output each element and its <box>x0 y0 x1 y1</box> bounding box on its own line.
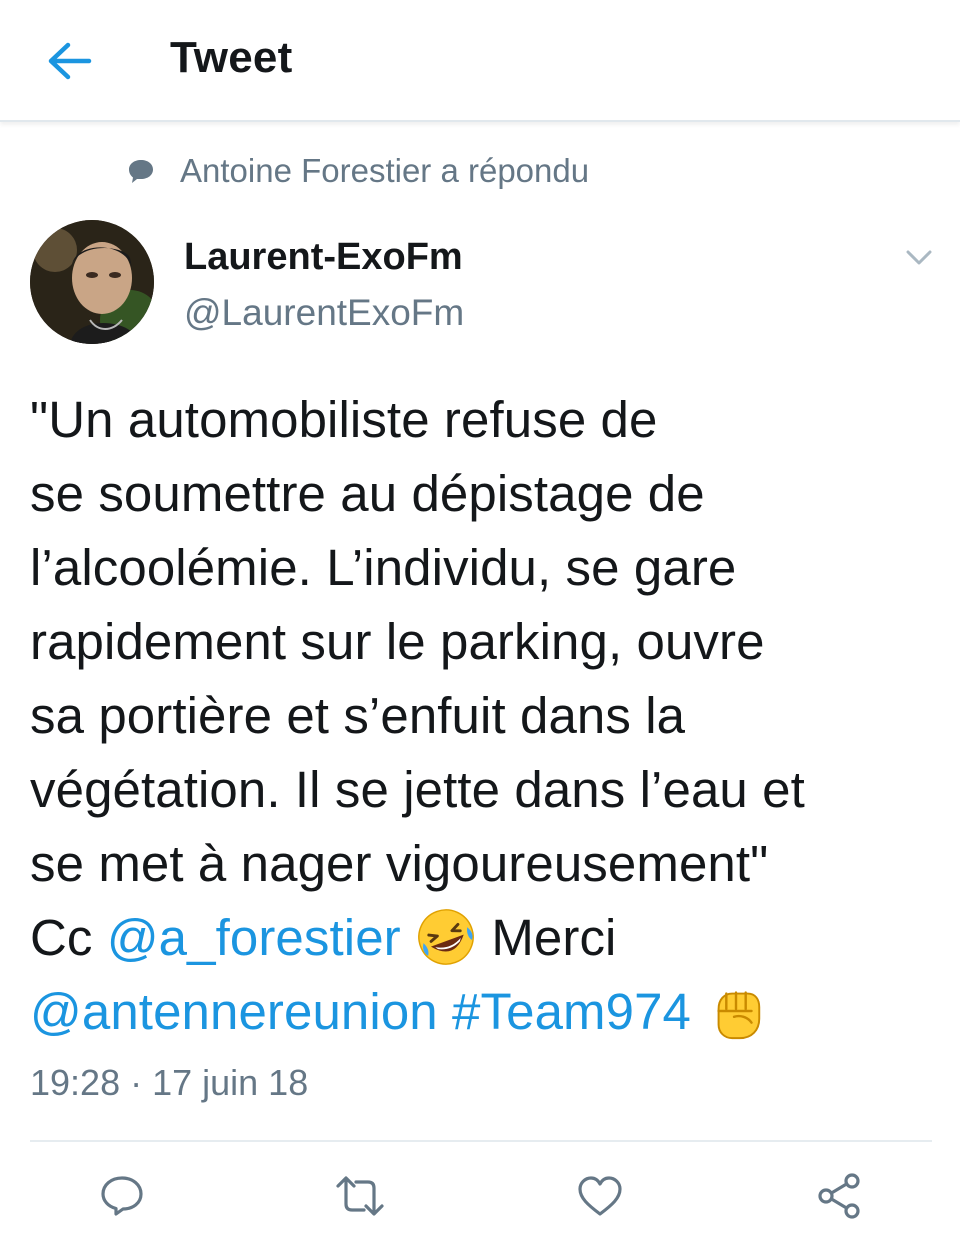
tweet-line: rapidement sur le parking, ouvre <box>30 613 765 670</box>
tweet-text: "Un automobiliste refuse de se soumettre… <box>30 383 930 1049</box>
more-options-button[interactable] <box>902 240 936 274</box>
back-button[interactable] <box>34 26 104 96</box>
chevron-down-icon <box>906 250 932 265</box>
tweet-line-links: @antennereunion #Team974 <box>30 975 930 1049</box>
top-app-bar: Tweet <box>0 0 960 122</box>
retweet-icon <box>336 1176 384 1216</box>
like-button[interactable] <box>574 1170 626 1222</box>
tweet-line-cc: Cc @a_forestier Merci <box>30 901 930 975</box>
cc-text: Cc <box>30 909 93 966</box>
tweet-line: se soumettre au dépistage de <box>30 465 705 522</box>
speech-bubble-icon <box>126 156 156 186</box>
merci-text: Merci <box>491 909 617 966</box>
tweet-line: végétation. Il se jette dans l’eau et <box>30 761 805 818</box>
tweet-line: l’alcoolémie. L’individu, se gare <box>30 539 737 596</box>
retweet-button[interactable] <box>334 1170 386 1222</box>
avatar[interactable] <box>30 220 154 344</box>
share-button[interactable] <box>814 1170 866 1222</box>
author-name[interactable]: Laurent-ExoFm <box>184 236 463 279</box>
tweet-timestamp: 19:28 · 17 juin 18 <box>30 1062 309 1103</box>
share-icon <box>818 1173 860 1219</box>
author-handle[interactable]: @LaurentExoFm <box>184 292 464 334</box>
heart-icon <box>578 1176 622 1216</box>
hashtag-link[interactable]: #Team974 <box>452 983 691 1040</box>
page-title: Tweet <box>170 33 293 82</box>
mention-link[interactable]: @a_forestier <box>107 909 401 966</box>
mention-link[interactable]: @antennereunion <box>30 983 438 1040</box>
tweet-line: sa portière et s’enfuit dans la <box>30 687 686 744</box>
tweet-line: se met à nager vigoureusement" <box>30 835 769 892</box>
arrow-left-icon <box>48 42 92 80</box>
reply-button[interactable] <box>96 1170 148 1222</box>
divider <box>30 1140 932 1142</box>
tweet-line: "Un automobiliste refuse de <box>30 391 658 448</box>
raised-fist-emoji <box>717 990 761 1039</box>
reply-icon <box>101 1176 143 1216</box>
reply-context[interactable]: Antoine Forestier a répondu <box>126 148 589 194</box>
reply-context-text: Antoine Forestier a répondu <box>180 152 590 189</box>
rolling-on-floor-laughing-emoji <box>418 908 474 965</box>
